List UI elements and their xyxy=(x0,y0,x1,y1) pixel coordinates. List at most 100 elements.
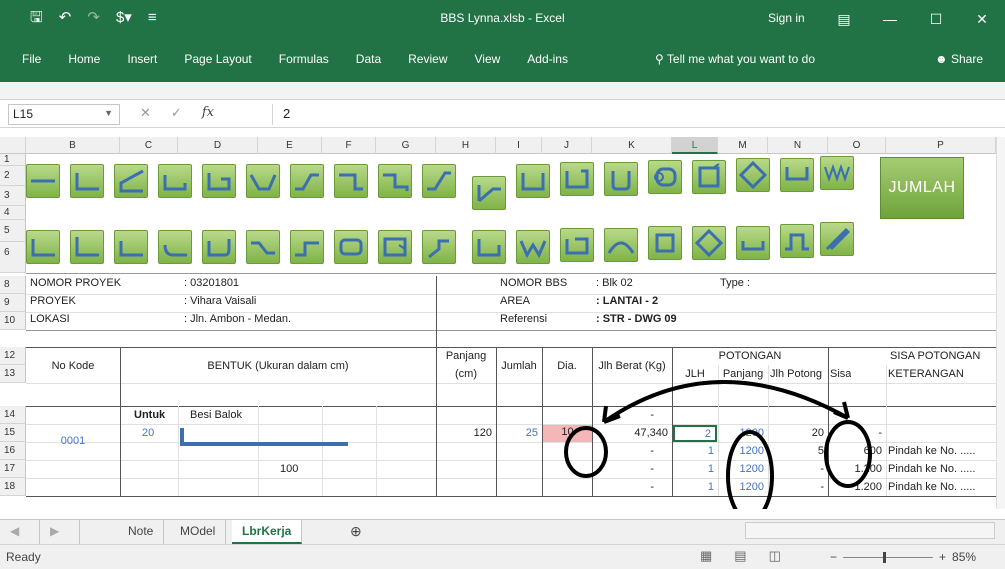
shape-u-button[interactable] xyxy=(158,164,192,198)
shape-l-long-button[interactable] xyxy=(70,230,104,264)
shape-closed-button[interactable] xyxy=(334,230,368,264)
shape-frame-button[interactable] xyxy=(378,230,412,264)
shape-w-button[interactable] xyxy=(516,230,550,264)
tab-data[interactable]: Data xyxy=(356,52,381,66)
r17-berat[interactable]: - xyxy=(592,462,654,477)
r15-dia[interactable]: 10 xyxy=(543,425,592,442)
row-header[interactable]: 6 xyxy=(0,242,26,273)
select-all-corner[interactable] xyxy=(0,137,26,154)
shape-spring-button[interactable] xyxy=(820,156,854,190)
r17-jlh[interactable]: 1 xyxy=(672,462,714,477)
shape-diamond-button[interactable] xyxy=(736,158,770,192)
shape-bent-button[interactable] xyxy=(472,176,506,210)
column-header[interactable]: J xyxy=(542,137,592,154)
tab-insert[interactable]: Insert xyxy=(127,52,157,66)
shape-tray-button[interactable] xyxy=(736,226,770,260)
shape-box-button[interactable] xyxy=(560,228,594,262)
shape-box-open-button[interactable] xyxy=(560,162,594,196)
r17-keterangan[interactable]: Pindah ke No. ..... xyxy=(888,462,994,477)
shape-pulse-button[interactable] xyxy=(780,224,814,258)
row-header[interactable]: 18 xyxy=(0,478,26,496)
shape-arch-button[interactable] xyxy=(604,228,638,262)
r18-sisa[interactable]: 1.200 xyxy=(828,480,882,495)
zoom-slider-thumb[interactable] xyxy=(883,551,887,563)
r18-jlh[interactable]: 1 xyxy=(672,480,714,495)
r15-sisa[interactable]: - xyxy=(828,426,882,441)
column-header[interactable]: G xyxy=(376,137,436,154)
r16-sisa[interactable]: 600 xyxy=(828,444,882,459)
tab-home[interactable]: Home xyxy=(68,52,100,66)
shape-l-short-button[interactable] xyxy=(26,230,60,264)
column-header-selected[interactable]: L xyxy=(672,137,718,154)
horizontal-scrollbar[interactable] xyxy=(745,522,995,539)
scroll-left-icon[interactable]: ◀ xyxy=(0,520,40,544)
column-header[interactable]: F xyxy=(322,137,376,154)
shape-angle-button[interactable] xyxy=(114,164,148,198)
insert-function-icon[interactable]: fx xyxy=(202,105,214,121)
row-header[interactable]: 13 xyxy=(0,365,26,383)
shape-v-button[interactable] xyxy=(246,164,280,198)
vertical-scrollbar[interactable] xyxy=(996,137,1005,509)
row-header[interactable]: 14 xyxy=(0,406,26,424)
shape-ring-button[interactable] xyxy=(648,160,682,194)
row-header[interactable]: 17 xyxy=(0,460,26,478)
shape-diamond-2-button[interactable] xyxy=(692,226,726,260)
shape-l-wide-button[interactable] xyxy=(114,230,148,264)
row-header[interactable]: 9 xyxy=(0,294,26,312)
shape-diagonal-button[interactable] xyxy=(820,222,854,256)
shape-rounded-u-button[interactable] xyxy=(604,162,638,196)
column-header[interactable]: N xyxy=(768,137,828,154)
r16-jlh[interactable]: 1 xyxy=(672,444,714,459)
r15-berat[interactable]: 47,340 xyxy=(592,426,668,441)
worksheet-grid[interactable]: JUMLAH NOMOR PROYEK : 03201801 PROYEK : … xyxy=(26,154,996,509)
r16-berat[interactable]: - xyxy=(592,444,654,459)
column-header[interactable]: C xyxy=(120,137,178,154)
shape-u-short-button[interactable] xyxy=(472,230,506,264)
tab-formulas[interactable]: Formulas xyxy=(279,52,329,66)
row-header[interactable]: 10 xyxy=(0,312,26,330)
sheet-tab-lbrkerja[interactable]: LbrKerja xyxy=(232,520,303,544)
shape-crank-button[interactable] xyxy=(290,164,324,198)
kode-cell[interactable]: 0001 xyxy=(26,434,120,449)
sign-in-link[interactable]: Sign in xyxy=(768,11,805,25)
r18-keterangan[interactable]: Pindah ke No. ..... xyxy=(888,480,994,495)
tab-add-ins[interactable]: Add-ins xyxy=(527,52,568,66)
column-header[interactable]: D xyxy=(178,137,258,154)
r18-berat[interactable]: - xyxy=(592,480,654,495)
zoom-out-icon[interactable]: − xyxy=(830,550,837,564)
shape-channel-button[interactable] xyxy=(516,164,550,198)
row-header[interactable]: 15 xyxy=(0,424,26,442)
selected-cell-l15[interactable]: 2 xyxy=(673,425,717,442)
untuk-value[interactable]: 20 xyxy=(142,426,154,441)
tab-view[interactable]: View xyxy=(475,52,501,66)
page-break-view-icon[interactable]: ◫ xyxy=(769,548,781,564)
scroll-right-icon[interactable]: ▶ xyxy=(40,520,80,544)
row-header[interactable]: 16 xyxy=(0,442,26,460)
column-header[interactable]: I xyxy=(496,137,542,154)
shape-square-button[interactable] xyxy=(648,226,682,260)
zoom-slider[interactable] xyxy=(843,551,934,563)
normal-view-icon[interactable]: ▦ xyxy=(700,548,712,564)
tab-page-layout[interactable]: Page Layout xyxy=(184,52,251,66)
row-header[interactable]: 2 xyxy=(0,166,26,186)
tell-me-search[interactable]: ⚲ Tell me what you want to do xyxy=(655,52,815,66)
add-sheet-icon[interactable]: ⊕ xyxy=(340,520,372,544)
jumlah-button[interactable]: JUMLAH xyxy=(880,157,964,219)
row-header[interactable]: 3 xyxy=(0,186,26,206)
r16-jlh-potong[interactable]: 5 xyxy=(768,444,824,459)
row-header[interactable]: 5 xyxy=(0,220,26,242)
share-button[interactable]: ☻ Share xyxy=(935,52,983,66)
shape-offset-2-button[interactable] xyxy=(290,230,324,264)
r17-sisa[interactable]: 1.200 xyxy=(828,462,882,477)
r15-panjang2[interactable]: 1200 xyxy=(718,426,764,441)
r15-panjang[interactable]: 120 xyxy=(436,426,492,441)
shape-hook-l-button[interactable] xyxy=(202,230,236,264)
shape-l-button[interactable] xyxy=(70,164,104,198)
column-header[interactable]: M xyxy=(718,137,768,154)
cancel-icon[interactable]: ✕ xyxy=(140,105,151,121)
formula-input[interactable]: 2 xyxy=(272,104,992,125)
maximize-icon[interactable]: ☐ xyxy=(913,0,959,38)
shape-j-button[interactable] xyxy=(158,230,192,264)
shape-kink-button[interactable] xyxy=(422,230,456,264)
zoom-in-icon[interactable]: + xyxy=(939,550,946,564)
